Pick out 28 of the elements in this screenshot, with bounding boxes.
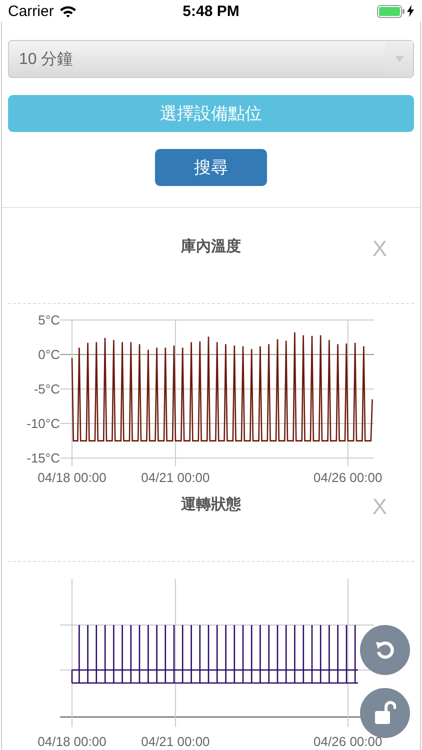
close-button[interactable]: X [372,238,387,260]
unlocked-padlock-icon [374,701,396,725]
carrier-name: Carrier [8,2,54,20]
axis-label: -5°C [34,382,60,396]
axis-label: 04/18 00:00 [38,734,106,749]
axis-label: -10°C [26,416,60,431]
close-button[interactable]: X [372,496,387,518]
axis-label: 04/26 00:00 [314,470,382,485]
charging-icon [407,5,414,17]
search-button[interactable]: 搜尋 [155,149,267,186]
axis-label: -15°C [26,450,60,466]
chart-title: 運轉狀態 [181,494,241,514]
select-device-button[interactable]: 選擇設備點位 [8,95,414,132]
axis-label: 04/18 00:00 [38,470,106,485]
wifi-icon [58,4,77,18]
refresh-icon [374,639,396,661]
axis-label: 04/26 00:00 [314,734,382,749]
battery-icon [377,4,405,18]
lock-button[interactable] [360,688,410,738]
interval-select[interactable]: 10 分鐘 [8,40,414,78]
axis-label: 04/21 00:00 [141,470,210,485]
axis-label: 04/21 00:00 [141,734,210,749]
axis-label: 0°C [38,347,60,362]
axis-label: 5°C [38,312,60,328]
refresh-button[interactable] [360,625,410,675]
dropdown-caret-icon [394,56,404,62]
chart-title: 庫內溫度 [181,236,241,256]
clock-time: 5:48 PM [182,2,240,20]
